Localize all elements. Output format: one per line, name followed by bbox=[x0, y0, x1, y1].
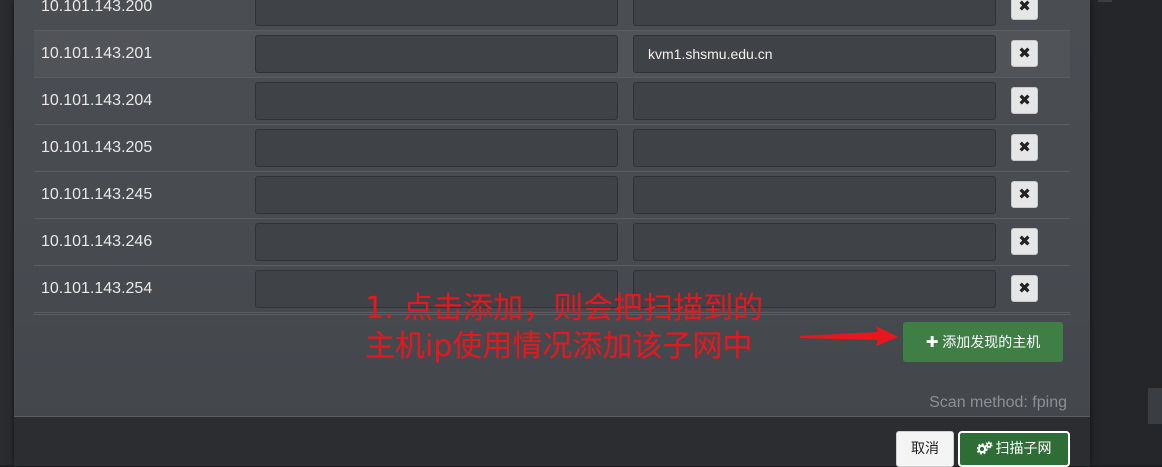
table-row: 10.101.143.204 ✖ bbox=[34, 78, 1070, 125]
modal-footer: 取消 扫描子网 bbox=[14, 416, 1090, 467]
scan-subnet-label: 扫描子网 bbox=[995, 441, 1052, 457]
remove-host-button[interactable]: ✖ bbox=[1011, 181, 1038, 208]
description-input[interactable] bbox=[255, 35, 618, 73]
scan-results-table: 10.101.143.200 ✖ 10.101.143.201 kvm1.shs… bbox=[34, 0, 1070, 313]
annotation-arrow-icon bbox=[800, 326, 898, 346]
hostname-input[interactable] bbox=[633, 223, 996, 261]
host-ip: 10.101.143.245 bbox=[41, 186, 153, 203]
cancel-button[interactable]: 取消 bbox=[896, 431, 954, 467]
remove-host-button[interactable]: ✖ bbox=[1011, 228, 1038, 255]
remove-host-button[interactable]: ✖ bbox=[1011, 87, 1038, 114]
plus-icon: ✚ bbox=[925, 333, 939, 351]
hostname-input[interactable] bbox=[633, 82, 996, 120]
scan-subnet-button[interactable]: 扫描子网 bbox=[958, 431, 1070, 467]
close-icon: ✖ bbox=[1018, 186, 1031, 203]
annotation-text: 1. 点击添加，则会把扫描到的 主机ip使用情况添加该子网中 bbox=[365, 290, 763, 366]
host-ip: 10.101.143.200 bbox=[41, 0, 153, 15]
description-input[interactable] bbox=[255, 0, 618, 26]
remove-host-button[interactable]: ✖ bbox=[1011, 40, 1038, 67]
close-icon: ✖ bbox=[1018, 92, 1031, 109]
scan-subnet-modal: 10.101.143.200 ✖ 10.101.143.201 kvm1.shs… bbox=[14, 0, 1090, 467]
table-row: 10.101.143.205 ✖ bbox=[34, 125, 1070, 172]
add-discovered-hosts-label: 添加发现的主机 bbox=[942, 335, 1041, 351]
remove-host-button[interactable]: ✖ bbox=[1011, 275, 1038, 302]
gears-icon bbox=[976, 441, 993, 455]
hostname-input[interactable]: kvm1.shsmu.edu.cn bbox=[633, 35, 996, 73]
description-input[interactable] bbox=[255, 223, 618, 261]
close-icon: ✖ bbox=[1018, 233, 1031, 250]
host-ip: 10.101.143.205 bbox=[41, 139, 153, 156]
hostname-input[interactable] bbox=[633, 0, 996, 26]
annotation-line-1: 1. 点击添加，则会把扫描到的 bbox=[365, 291, 764, 326]
annotation-line-2: 主机ip使用情况添加该子网中 bbox=[365, 329, 753, 364]
table-row: 10.101.143.245 ✖ bbox=[34, 172, 1070, 219]
host-ip: 10.101.143.254 bbox=[41, 280, 153, 297]
add-discovered-hosts-button[interactable]: ✚ 添加发现的主机 bbox=[903, 322, 1063, 362]
backdrop-strip bbox=[1148, 388, 1162, 424]
host-ip: 10.101.143.204 bbox=[41, 92, 153, 109]
hostname-input[interactable] bbox=[633, 176, 996, 214]
close-icon: ✖ bbox=[1018, 45, 1031, 62]
page-backdrop-right bbox=[1090, 0, 1162, 465]
table-row: 10.101.143.201 kvm1.shsmu.edu.cn ✖ bbox=[34, 31, 1070, 78]
host-ip: 10.101.143.201 bbox=[41, 45, 153, 62]
table-row: 10.101.143.200 ✖ bbox=[34, 0, 1070, 31]
description-input[interactable] bbox=[255, 176, 618, 214]
scan-method-label: Scan method: fping bbox=[929, 394, 1067, 411]
close-icon: ✖ bbox=[1018, 139, 1031, 156]
host-ip: 10.101.143.246 bbox=[41, 233, 153, 250]
description-input[interactable] bbox=[255, 129, 618, 167]
close-icon: ✖ bbox=[1018, 280, 1031, 297]
remove-host-button[interactable]: ✖ bbox=[1011, 134, 1038, 161]
table-row: 10.101.143.246 ✖ bbox=[34, 219, 1070, 266]
description-input[interactable] bbox=[255, 82, 618, 120]
hostname-input[interactable] bbox=[633, 129, 996, 167]
remove-host-button[interactable]: ✖ bbox=[1011, 0, 1038, 20]
backdrop-edge bbox=[1098, 0, 1112, 2]
page-backdrop-left bbox=[0, 0, 14, 465]
close-icon: ✖ bbox=[1018, 0, 1031, 15]
